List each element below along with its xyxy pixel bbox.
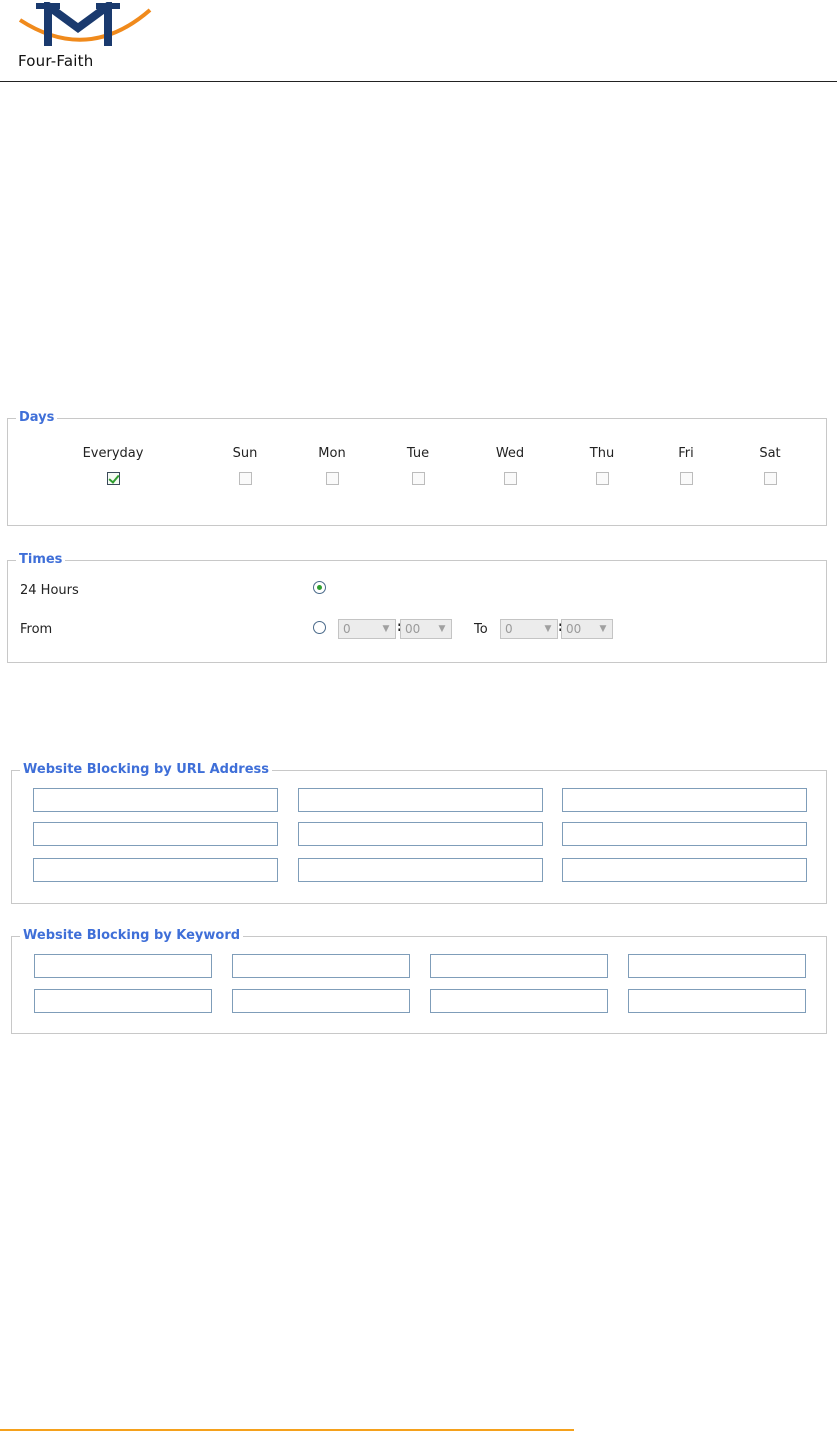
keyword-input[interactable] [232,954,410,978]
url-input[interactable] [33,788,278,812]
from-label: From [20,622,53,637]
hours24-radio[interactable] [313,581,326,594]
day-label: Fri [678,446,694,461]
keyword-block-fieldset: Website Blocking by Keyword [11,928,827,1034]
day-label: Sat [759,446,781,461]
keyword-input[interactable] [232,989,410,1013]
url-input[interactable] [298,788,543,812]
chevron-down-icon: ▼ [382,624,390,634]
footer-divider [0,1429,574,1431]
from-minute-select[interactable]: 00 ▼ [400,619,452,639]
four-faith-logo: Four-Faith [18,2,158,72]
logo-text: Four-Faith [18,52,94,70]
to-label: To [474,622,488,637]
day-checkbox-mon[interactable] [325,472,339,485]
day-mon: Mon [297,445,367,485]
url-input[interactable] [298,822,543,846]
logo-mark-icon [18,2,152,46]
from-hour-value: 0 [343,622,351,636]
day-checkbox-thu[interactable] [595,472,609,485]
day-label: Wed [495,446,525,461]
chevron-down-icon: ▼ [438,624,446,634]
url-input[interactable] [562,858,807,882]
from-hour-select[interactable]: 0 ▼ [338,619,396,639]
day-label: Sun [232,446,258,461]
day-thu: Thu [567,445,637,485]
day-checkbox-everyday[interactable] [106,472,120,485]
day-label: Tue [406,446,430,461]
url-input[interactable] [562,788,807,812]
day-label: Thu [589,446,615,461]
day-sat: Sat [735,445,805,485]
keyword-input[interactable] [628,989,806,1013]
times-fieldset: Times 24 Hours From 0 ▼ : 00 ▼ To 0 ▼ : … [7,552,827,663]
from-minute-value: 00 [405,622,421,636]
day-label: Everyday [82,446,144,461]
day-tue: Tue [383,445,453,485]
day-everyday: Everyday [78,445,148,485]
day-checkbox-fri[interactable] [679,472,693,485]
hours24-label: 24 Hours [20,583,79,598]
to-minute-select[interactable]: 00 ▼ [561,619,613,639]
from-radio[interactable] [313,621,326,634]
url-input[interactable] [33,822,278,846]
times-legend: Times [16,552,66,568]
days-fieldset: Days Everyday Sun Mon Tue Wed Thu Fri Sat [7,410,827,526]
day-label: Mon [318,446,346,461]
chevron-down-icon: ▼ [544,624,552,634]
keyword-input[interactable] [430,954,608,978]
url-block-legend: Website Blocking by URL Address [20,762,272,778]
keyword-input[interactable] [430,989,608,1013]
to-hour-value: 0 [505,622,513,636]
day-checkbox-sat[interactable] [763,472,777,485]
keyword-input[interactable] [628,954,806,978]
to-hour-select[interactable]: 0 ▼ [500,619,558,639]
to-minute-value: 00 [566,622,582,636]
day-checkbox-tue[interactable] [411,472,425,485]
url-input[interactable] [33,858,278,882]
url-block-fieldset: Website Blocking by URL Address [11,762,827,904]
url-input[interactable] [562,822,807,846]
url-input[interactable] [298,858,543,882]
keyword-block-legend: Website Blocking by Keyword [20,928,244,944]
header-divider [0,81,837,82]
day-wed: Wed [475,445,545,485]
days-legend: Days [16,410,58,426]
chevron-down-icon: ▼ [599,624,607,634]
day-sun: Sun [210,445,280,485]
day-checkbox-sun[interactable] [238,472,252,485]
day-fri: Fri [651,445,721,485]
day-checkbox-wed[interactable] [503,472,517,485]
keyword-input[interactable] [34,989,212,1013]
keyword-input[interactable] [34,954,212,978]
